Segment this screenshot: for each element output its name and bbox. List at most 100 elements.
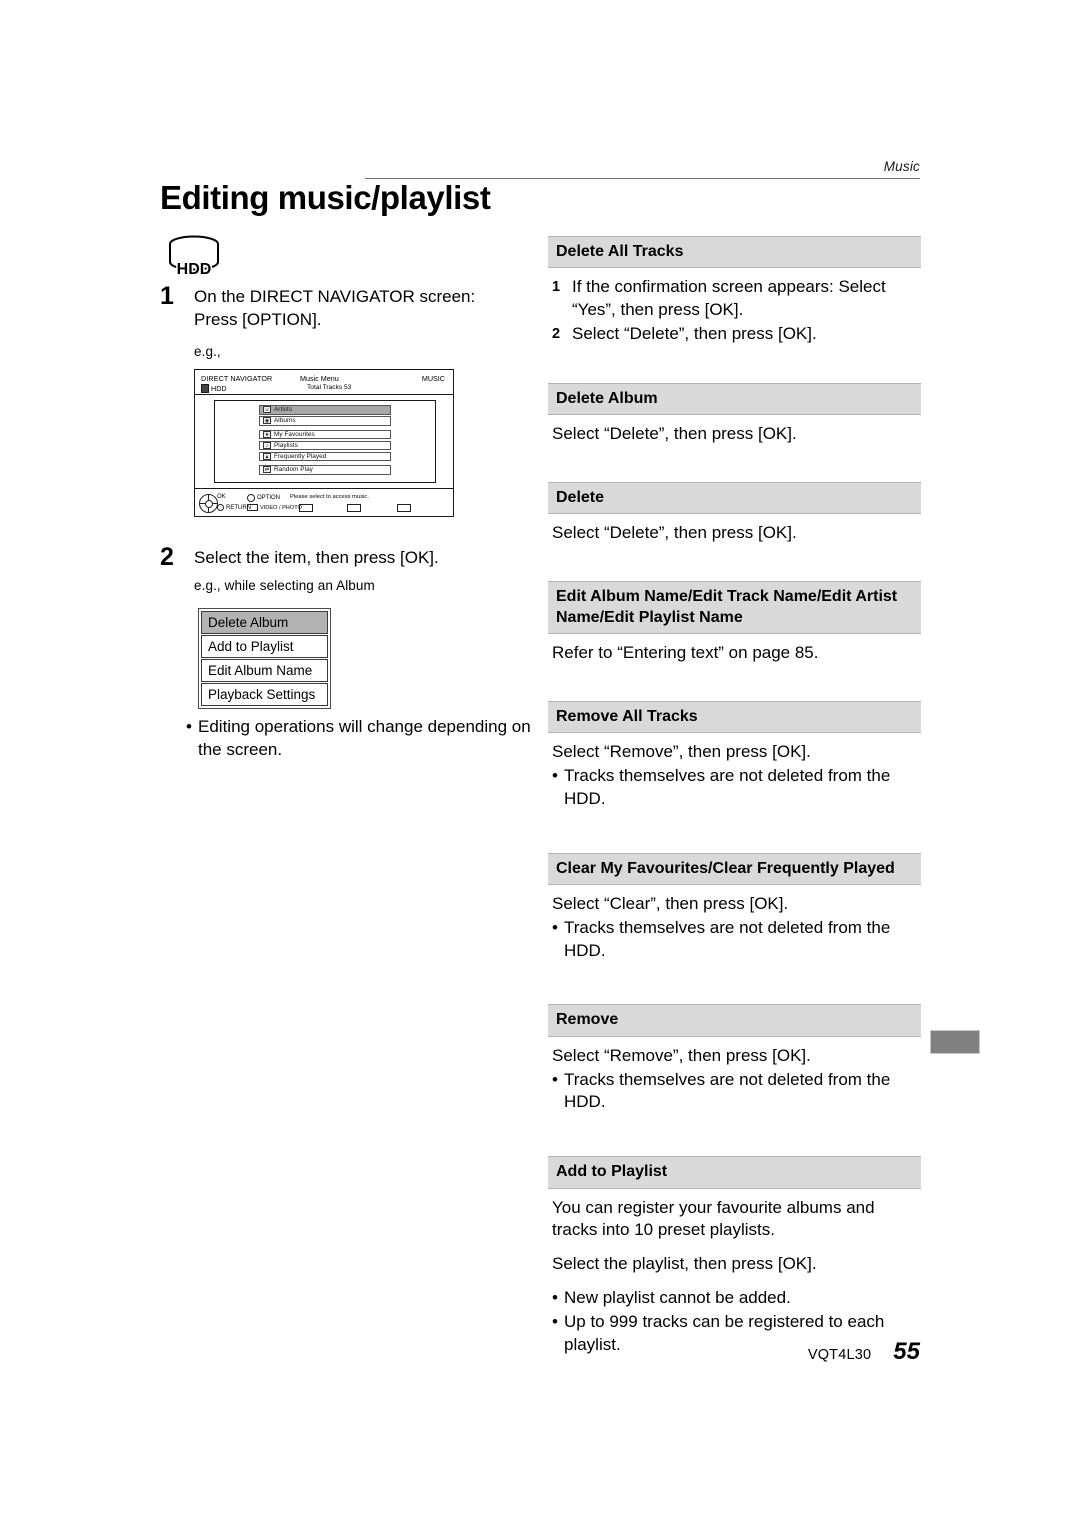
svg-text:HDD: HDD — [177, 261, 212, 278]
section-bullet: • Tracks themselves are not deleted from… — [552, 917, 919, 963]
section-remove: Remove Select “Remove”, then press [OK].… — [548, 1004, 921, 1114]
section-body: Select “Clear”, then press [OK]. • Track… — [548, 885, 921, 962]
tv-footer-chip — [299, 504, 313, 512]
tv-source: HDD — [201, 384, 227, 393]
option-button-icon — [247, 494, 255, 502]
tv-footer-ok: OK — [217, 494, 226, 500]
tv-source-label: HDD — [211, 384, 227, 393]
tv-menu-item-label: Random Play — [274, 466, 313, 474]
step-1: 1 On the DIRECT NAVIGATOR screen: Press … — [160, 283, 520, 361]
bullet-icon: • — [186, 717, 192, 736]
step-1-line2: Press [OPTION]. — [194, 309, 322, 329]
step-2-eg: e.g., while selecting an Album — [194, 577, 375, 593]
section-heading: Delete Album — [548, 382, 921, 416]
section-text: Refer to “Entering text” on page 85. — [552, 643, 819, 663]
hdd-drive-icon — [201, 384, 209, 393]
person-icon: ☺ — [263, 406, 271, 414]
section-text: Select “Delete”, then press [OK]. — [552, 523, 797, 543]
left-column: 1 On the DIRECT NAVIGATOR screen: Press … — [160, 283, 520, 363]
option-menu-item-edit-album-name[interactable]: Edit Album Name — [201, 659, 328, 682]
hdd-icon: HDD — [166, 234, 222, 280]
list-item: 1 If the confirmation screen appears: Se… — [552, 276, 919, 322]
step-1-line1: On the DIRECT NAVIGATOR screen: — [194, 287, 476, 306]
tv-menu-group: ☺ Artists ◉ Albums — [215, 405, 435, 426]
section-body: Refer to “Entering text” on page 85. — [548, 634, 921, 665]
tv-menu-panel: ☺ Artists ◉ Albums ★ My Favourites ♪ Pla… — [214, 400, 436, 483]
page-title: Editing music/playlist — [160, 179, 491, 216]
option-menu-item-add-to-playlist[interactable]: Add to Playlist — [201, 635, 328, 658]
section-thumb-tab — [930, 1030, 980, 1054]
dpad-icon — [199, 494, 218, 513]
bullet-icon: • — [552, 917, 558, 937]
tv-title: DIRECT NAVIGATOR — [201, 374, 273, 383]
section-text: Select “Remove”, then press [OK]. — [552, 742, 811, 762]
section-bullet: • New playlist cannot be added. — [552, 1287, 919, 1310]
step-2-number: 2 — [160, 543, 174, 571]
step-1-body: On the DIRECT NAVIGATOR screen: Press [O… — [194, 286, 520, 361]
list-item-number: 1 — [552, 279, 561, 296]
section-text: You can register your favourite albums a… — [552, 1197, 875, 1240]
tv-menu-group: ⇄ Random Play — [215, 465, 435, 475]
right-column: Delete All Tracks 1 If the confirmation … — [548, 236, 921, 1356]
tv-menu-item-label: Artists — [274, 406, 293, 414]
section-text-2: Select the playlist, then press [OK]. — [552, 1254, 817, 1274]
bullet-icon: • — [552, 1288, 558, 1307]
section-heading: Clear My Favourites/Clear Frequently Pla… — [548, 852, 921, 886]
section-delete: Delete Select “Delete”, then press [OK]. — [548, 482, 921, 545]
running-head: Music — [365, 158, 920, 179]
disc-icon: ◉ — [263, 417, 271, 425]
option-menu-item-delete-album[interactable]: Delete Album — [201, 611, 328, 634]
manual-page: Music Editing music/playlist HDD 1 On th… — [0, 0, 1080, 1526]
section-bullet-text: Tracks themselves are not deleted from t… — [564, 917, 891, 960]
tv-menu-item-my-favourites[interactable]: ★ My Favourites — [259, 429, 391, 439]
page-number: 55 — [893, 1338, 920, 1365]
step-1-eg: e.g., — [194, 343, 221, 359]
return-button-icon — [217, 504, 224, 511]
section-heading: Delete All Tracks — [548, 236, 921, 269]
shuffle-icon: ⇄ — [263, 466, 271, 474]
tv-footer-option-label: OPTION — [257, 495, 281, 501]
tv-footer-chip — [347, 504, 361, 512]
tv-menu-item-label: Playlists — [274, 441, 298, 449]
section-bullet-text: Tracks themselves are not deleted from t… — [564, 1069, 891, 1112]
direct-navigator-screenshot: DIRECT NAVIGATOR HDD Music Menu Total Tr… — [194, 369, 454, 517]
tv-menu-item-random-play[interactable]: ⇄ Random Play — [259, 465, 391, 475]
section-text: Select “Clear”, then press [OK]. — [552, 894, 789, 914]
section-add-to-playlist: Add to Playlist You can register your fa… — [548, 1156, 921, 1356]
section-body: Select “Delete”, then press [OK]. — [548, 514, 921, 545]
section-body: You can register your favourite albums a… — [548, 1189, 921, 1357]
tv-menu-item-label: Albums — [274, 417, 296, 425]
tv-footer-video-photo-label: VIDEO / PHOTO — [260, 504, 302, 511]
option-menu: Delete Album Add to Playlist Edit Album … — [198, 608, 331, 709]
tv-menu-item-label: My Favourites — [274, 430, 315, 438]
tv-mode: MUSIC — [421, 374, 445, 383]
tv-menu-item-albums[interactable]: ◉ Albums — [259, 416, 391, 426]
section-body: Select “Remove”, then press [OK]. • Trac… — [548, 733, 921, 810]
section-text: Select “Remove”, then press [OK]. — [552, 1045, 811, 1065]
section-remove-all-tracks: Remove All Tracks Select “Remove”, then … — [548, 700, 921, 811]
tv-header: DIRECT NAVIGATOR HDD Music Menu Total Tr… — [195, 370, 453, 395]
tv-menu-item-frequently-played[interactable]: ▲ Frequently Played — [259, 451, 391, 461]
section-body: Select “Delete”, then press [OK]. — [548, 415, 921, 446]
step-2: 2 Select the item, then press [OK]. e.g.… — [160, 543, 520, 595]
section-heading: Edit Album Name/Edit Track Name/Edit Art… — [548, 581, 921, 635]
list-item-text: Select “Delete”, then press [OK]. — [572, 324, 817, 343]
option-menu-item-playback-settings[interactable]: Playback Settings — [201, 683, 328, 706]
list-item-text: If the confirmation screen appears: Sele… — [572, 277, 886, 320]
tv-menu-title: Music Menu — [300, 374, 339, 383]
left-note-text: Editing operations will change depending… — [198, 717, 531, 759]
numbered-list: 1 If the confirmation screen appears: Se… — [552, 276, 919, 345]
tv-menu-item-artists[interactable]: ☺ Artists — [259, 405, 391, 415]
tv-footer-return: RETURN — [217, 504, 251, 511]
section-bullet: • Tracks themselves are not deleted from… — [552, 1069, 919, 1115]
model-code: VQT4L30 — [807, 1347, 872, 1363]
playlist-icon: ♪ — [263, 441, 271, 449]
tv-menu-item-playlists[interactable]: ♪ Playlists — [259, 440, 391, 450]
section-heading: Add to Playlist — [548, 1156, 921, 1189]
